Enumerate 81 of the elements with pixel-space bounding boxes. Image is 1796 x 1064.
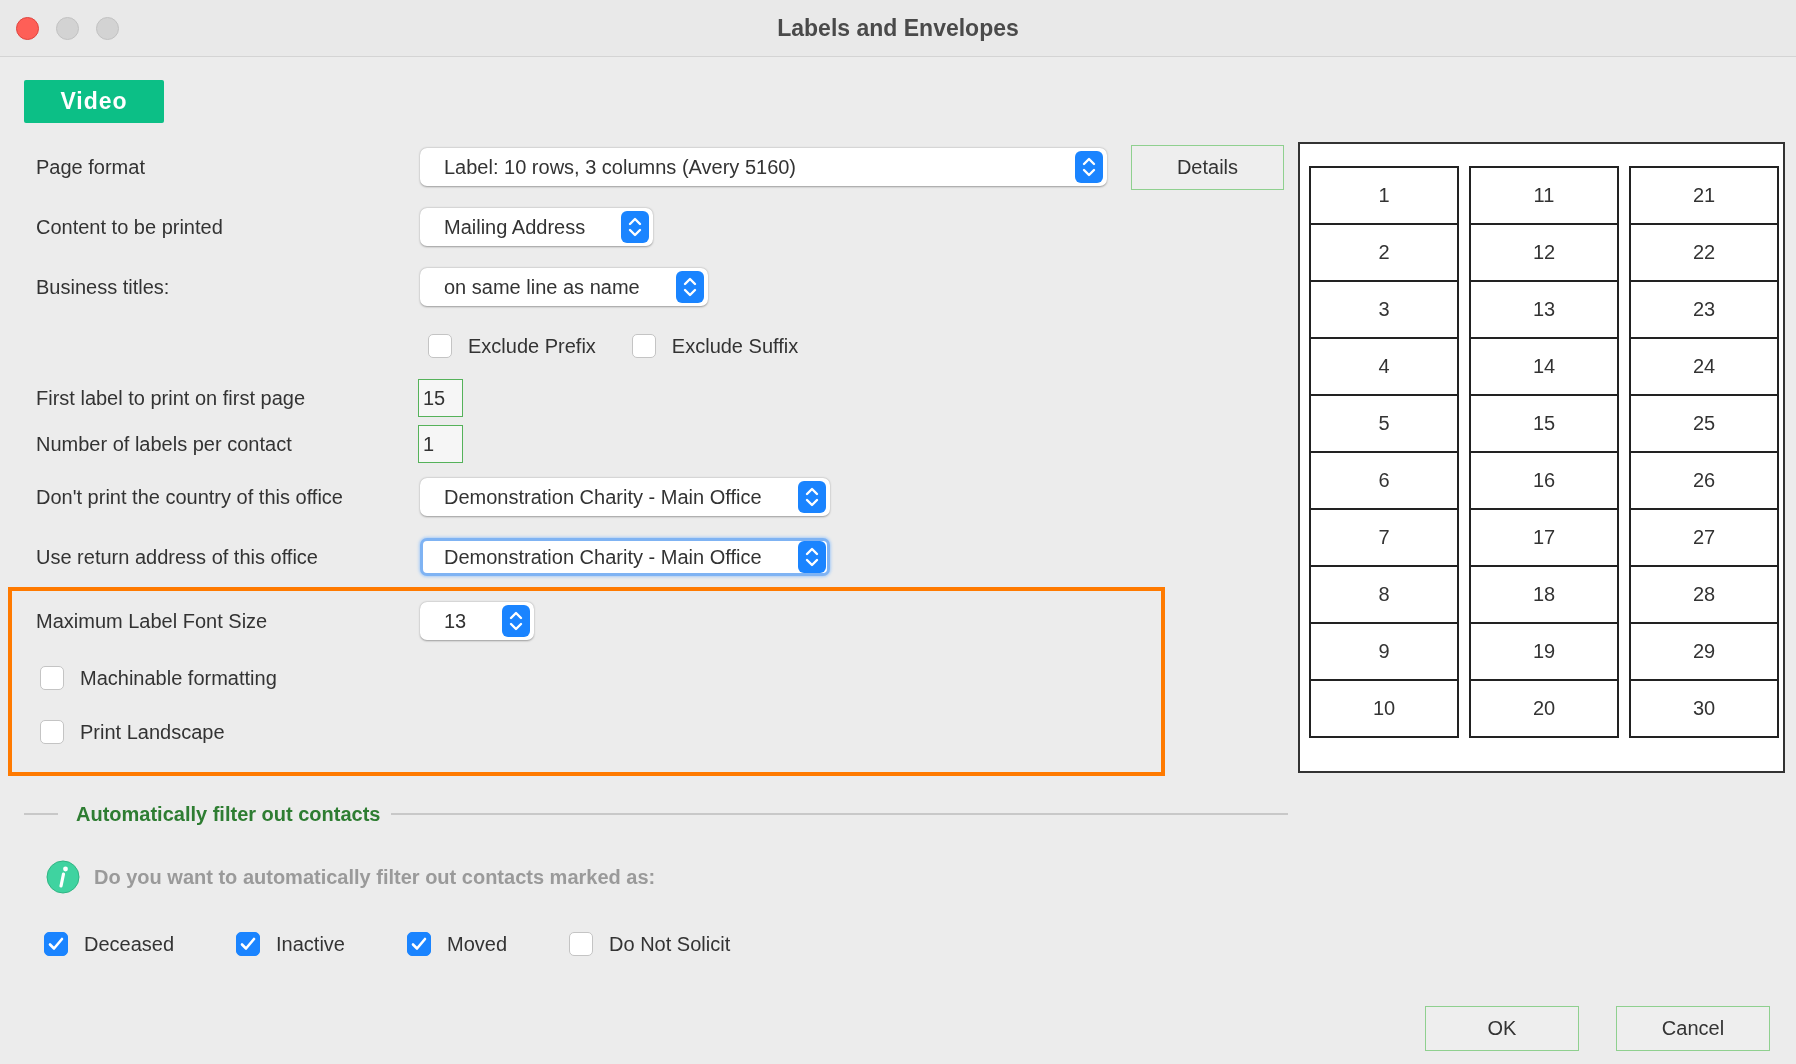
checkbox[interactable]	[40, 720, 64, 744]
window-title: Labels and Envelopes	[777, 14, 1019, 42]
label-cell: 29	[1629, 622, 1779, 681]
label-cell: 20	[1469, 679, 1619, 738]
label-cell: 9	[1309, 622, 1459, 681]
checkbox-label[interactable]: Do Not Solicit	[609, 932, 731, 956]
checkbox[interactable]	[569, 932, 594, 956]
chevron-up-down-icon	[797, 541, 826, 573]
label-cell: 19	[1469, 622, 1619, 681]
label-cell: 8	[1309, 565, 1459, 624]
label-cell: 17	[1469, 508, 1619, 567]
info-icon	[46, 860, 80, 894]
checkbox-label[interactable]: Exclude Prefix	[468, 334, 596, 358]
label-cell: 14	[1469, 337, 1619, 396]
label-cell: 11	[1469, 166, 1619, 225]
checkbox[interactable]	[407, 932, 431, 956]
checkmark-icon	[48, 937, 64, 951]
field-label: First label to print on first page	[36, 386, 306, 410]
dropdown[interactable]: Label: 10 rows, 3 columns (Avery 5160)	[420, 148, 1107, 186]
label-cell: 24	[1629, 337, 1779, 396]
info-text: Do you want to automatically filter out contacts marked as:	[94, 865, 656, 889]
checkmark-icon	[411, 937, 427, 951]
label-cell: 15	[1469, 394, 1619, 453]
label-cell: 22	[1629, 223, 1779, 282]
label-cell: 10	[1309, 679, 1459, 738]
number-field[interactable]: 1	[418, 425, 463, 463]
chevron-up-down-icon	[502, 605, 531, 637]
dialog-button[interactable]: Cancel	[1616, 1006, 1770, 1051]
checkbox[interactable]	[40, 666, 64, 690]
field-label: Business titles:	[36, 275, 171, 299]
section-title: Automatically filter out contacts	[76, 802, 381, 826]
label-cell: 2	[1309, 223, 1459, 282]
dropdown[interactable]: Mailing Address	[420, 208, 654, 246]
label-cell: 16	[1469, 451, 1619, 510]
label-cell: 26	[1629, 451, 1779, 510]
field-label: Number of labels per contact	[36, 432, 293, 456]
chevron-up-down-icon	[675, 271, 704, 303]
dropdown[interactable]: 13	[420, 602, 535, 640]
close-button[interactable]	[16, 16, 39, 40]
label-cell: 21	[1629, 166, 1779, 225]
checkbox-label[interactable]: Deceased	[84, 932, 175, 956]
chevron-up-down-icon	[797, 481, 826, 513]
chevron-up-down-icon	[621, 211, 650, 243]
zoom-button[interactable]	[96, 16, 119, 40]
checkbox[interactable]	[428, 334, 452, 358]
label-cell: 5	[1309, 394, 1459, 453]
dropdown[interactable]: on same line as name	[420, 268, 708, 306]
label-cell: 12	[1469, 223, 1619, 282]
chevron-up-down-icon	[1075, 151, 1103, 183]
label-cell: 25	[1629, 394, 1779, 453]
checkbox[interactable]	[236, 932, 261, 956]
field-label: Content to be printed	[36, 215, 224, 239]
field-label: Use return address of this office	[36, 545, 319, 569]
label-cell: 27	[1629, 508, 1779, 567]
label-cell: 4	[1309, 337, 1459, 396]
minimize-button[interactable]	[56, 16, 79, 40]
field-label: Maximum Label Font Size	[36, 609, 269, 633]
dropdown[interactable]: Demonstration Charity - Main Office	[420, 478, 830, 516]
checkbox-label[interactable]: Exclude Suffix	[671, 334, 799, 358]
label-cell: 23	[1629, 280, 1779, 339]
checkmark-icon	[240, 937, 257, 951]
label-cell: 7	[1309, 508, 1459, 567]
checkbox-label[interactable]: Moved	[447, 932, 508, 956]
label-cell: 6	[1309, 451, 1459, 510]
checkbox-label[interactable]: Machinable formatting	[80, 666, 277, 690]
label-cell: 3	[1309, 280, 1459, 339]
label-cell: 1	[1309, 166, 1459, 225]
label-cell: 30	[1629, 679, 1779, 738]
field-label: Don't print the country of this office	[36, 485, 344, 509]
dropdown[interactable]: Demonstration Charity - Main Office	[420, 538, 830, 576]
label-cell: 13	[1469, 280, 1619, 339]
field-label: Page format	[36, 155, 146, 179]
checkbox[interactable]	[44, 932, 68, 956]
checkbox-label[interactable]: Inactive	[276, 932, 345, 956]
label-cell: 28	[1629, 565, 1779, 624]
checkbox-label[interactable]: Print Landscape	[80, 720, 225, 744]
label-cell: 18	[1469, 565, 1619, 624]
details-button[interactable]: Details	[1131, 144, 1284, 190]
number-field[interactable]: 15	[418, 379, 463, 417]
checkbox[interactable]	[631, 334, 656, 358]
dialog-button[interactable]: OK	[1425, 1006, 1579, 1051]
